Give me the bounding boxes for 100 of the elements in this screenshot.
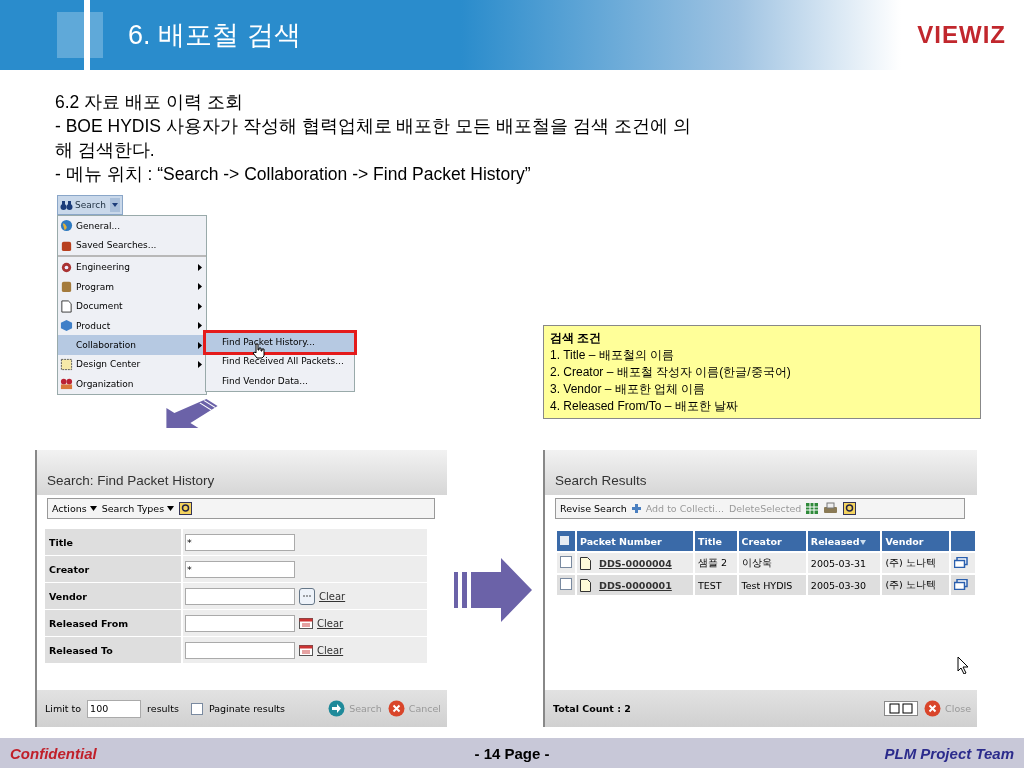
limit-label: Limit to — [45, 703, 82, 714]
input-field[interactable] — [185, 641, 295, 659]
help-icon[interactable] — [843, 502, 857, 515]
results-label: results — [147, 703, 179, 714]
cube-icon — [60, 319, 73, 333]
box-icon — [60, 280, 73, 294]
view-toggle-icon[interactable] — [884, 701, 919, 716]
note-line: 4. Released From/To – 배포한 날짜 — [550, 398, 740, 415]
toolbar-dropdown[interactable]: Actions — [52, 503, 97, 514]
submenu-arrow-icon — [198, 283, 202, 291]
slide-title: 6. 배포철 검색 — [128, 19, 301, 52]
close-icon — [924, 700, 942, 717]
menu-item[interactable]: Saved Searches... — [58, 235, 206, 257]
note-heading: 검색 조건 — [550, 330, 603, 347]
toolbar-dropdown[interactable]: Search Types — [101, 503, 175, 514]
window-icon[interactable] — [954, 556, 969, 568]
menu-item[interactable]: Find Vendor Data... — [206, 371, 354, 392]
printer-icon[interactable] — [823, 502, 839, 515]
table-cell: 2005-03-30 — [807, 575, 881, 595]
page-number: - 14 Page - — [473, 744, 551, 762]
toolbar-button[interactable]: Revise Search — [560, 503, 627, 514]
field-label: Title — [45, 529, 181, 555]
submenu-arrow-icon — [198, 360, 202, 368]
window-icon[interactable] — [954, 578, 969, 590]
input-field[interactable] — [185, 614, 295, 632]
menu-item[interactable]: Organization — [58, 374, 206, 394]
logo: VIEWIZ — [917, 21, 1006, 49]
footer-confidential: Confidential — [10, 744, 98, 762]
submenu-arrow-icon — [198, 263, 202, 271]
calendar-icon[interactable] — [299, 617, 313, 629]
limit-field[interactable]: 100 — [87, 699, 142, 718]
total-count: Total Count : 2 — [553, 703, 631, 714]
hand-cursor-icon — [252, 343, 266, 359]
submenu-arrow-icon — [198, 322, 202, 330]
lookup-button[interactable] — [299, 587, 315, 605]
binoculars-icon — [60, 199, 73, 211]
people-icon — [60, 377, 73, 391]
table-cell: (주) 노나텍 — [882, 575, 950, 595]
table-cell: Test HYDIS — [738, 575, 806, 595]
note-line: 1. Title – 배포철의 이름 — [550, 347, 676, 364]
body-text: - BOE HYDIS 사용자가 작성해 협력업체로 배포한 모든 배포철을 검색 조건에 의해 검색한다. — [55, 115, 692, 162]
help-icon[interactable] — [179, 502, 193, 515]
frame-icon — [60, 357, 73, 371]
sort-icon — [859, 539, 866, 545]
menu-item[interactable]: General... — [58, 216, 206, 236]
input-field[interactable]: * — [185, 533, 295, 551]
field-label: Released To — [45, 637, 181, 663]
input-field[interactable] — [185, 587, 295, 605]
menu-item[interactable]: Program — [58, 277, 206, 297]
document-icon — [60, 299, 73, 313]
table-cell: (주) 노나텍 — [882, 553, 950, 573]
document-icon — [580, 556, 591, 570]
checkbox-label: Paginate results — [208, 703, 285, 714]
column-header[interactable]: Title — [694, 531, 737, 551]
footer-team: PLM Project Team — [883, 744, 1014, 762]
caret-icon — [109, 198, 120, 212]
menu-item[interactable]: Design Center — [58, 354, 206, 375]
field-label: Creator — [45, 556, 181, 582]
menu-item[interactable]: Engineering — [58, 257, 206, 278]
menu-item[interactable]: Find Packet History... — [206, 333, 354, 353]
panel-title: Search: Find Packet History — [47, 473, 215, 488]
table-cell: 2005-03-31 — [807, 553, 881, 573]
menu-item[interactable]: Document — [58, 296, 206, 316]
table-cell: 샘플 2 — [694, 553, 737, 573]
plus-icon — [631, 504, 641, 513]
row-checkbox[interactable] — [560, 578, 572, 590]
arrow-right-icon — [328, 700, 346, 717]
clear-link[interactable]: Clear — [319, 590, 346, 602]
calendar-icon[interactable] — [299, 644, 313, 656]
menu-item[interactable]: Collaboration — [58, 335, 206, 355]
arrow-cursor-icon — [957, 656, 969, 674]
column-header[interactable]: Creator — [738, 531, 806, 551]
clear-link[interactable]: Clear — [317, 644, 344, 656]
menu-item[interactable]: Product — [58, 315, 206, 336]
table-cell: TEST — [694, 575, 737, 595]
table-cell: 이상욱 — [738, 553, 806, 573]
globe-icon — [60, 219, 73, 233]
submenu-arrow-icon — [198, 341, 202, 349]
note-line: 2. Creator – 배포철 작성자 이름(한글/중국어) — [550, 364, 792, 381]
close-icon — [387, 700, 405, 717]
field-label: Vendor — [45, 583, 181, 609]
checkbox[interactable] — [190, 702, 203, 715]
body-text: 6.2 자료 배포 이력 조회 — [55, 91, 244, 114]
input-field[interactable]: * — [185, 560, 295, 578]
field-label: Released From — [45, 610, 181, 636]
row-checkbox[interactable] — [560, 556, 572, 568]
clear-link[interactable]: Clear — [317, 617, 344, 629]
note-line: 3. Vendor – 배포한 업체 이름 — [550, 381, 707, 398]
search-menu-button[interactable]: Search — [57, 195, 123, 215]
right-arrow-icon — [454, 558, 534, 622]
column-header[interactable]: Vendor — [882, 531, 950, 551]
caret-icon — [167, 506, 175, 511]
column-header[interactable]: Packet Number — [577, 531, 693, 551]
body-text: - 메뉴 위치 : “Search -> Collaboration -> Find Packet History” — [55, 163, 532, 186]
select-all-checkbox[interactable] — [560, 535, 569, 545]
menu-item[interactable]: Find Received All Packets... — [206, 352, 354, 372]
document-icon — [580, 578, 591, 592]
panel-title: Search Results — [555, 473, 647, 488]
column-header[interactable]: Released — [807, 531, 881, 551]
caret-icon — [89, 506, 97, 511]
